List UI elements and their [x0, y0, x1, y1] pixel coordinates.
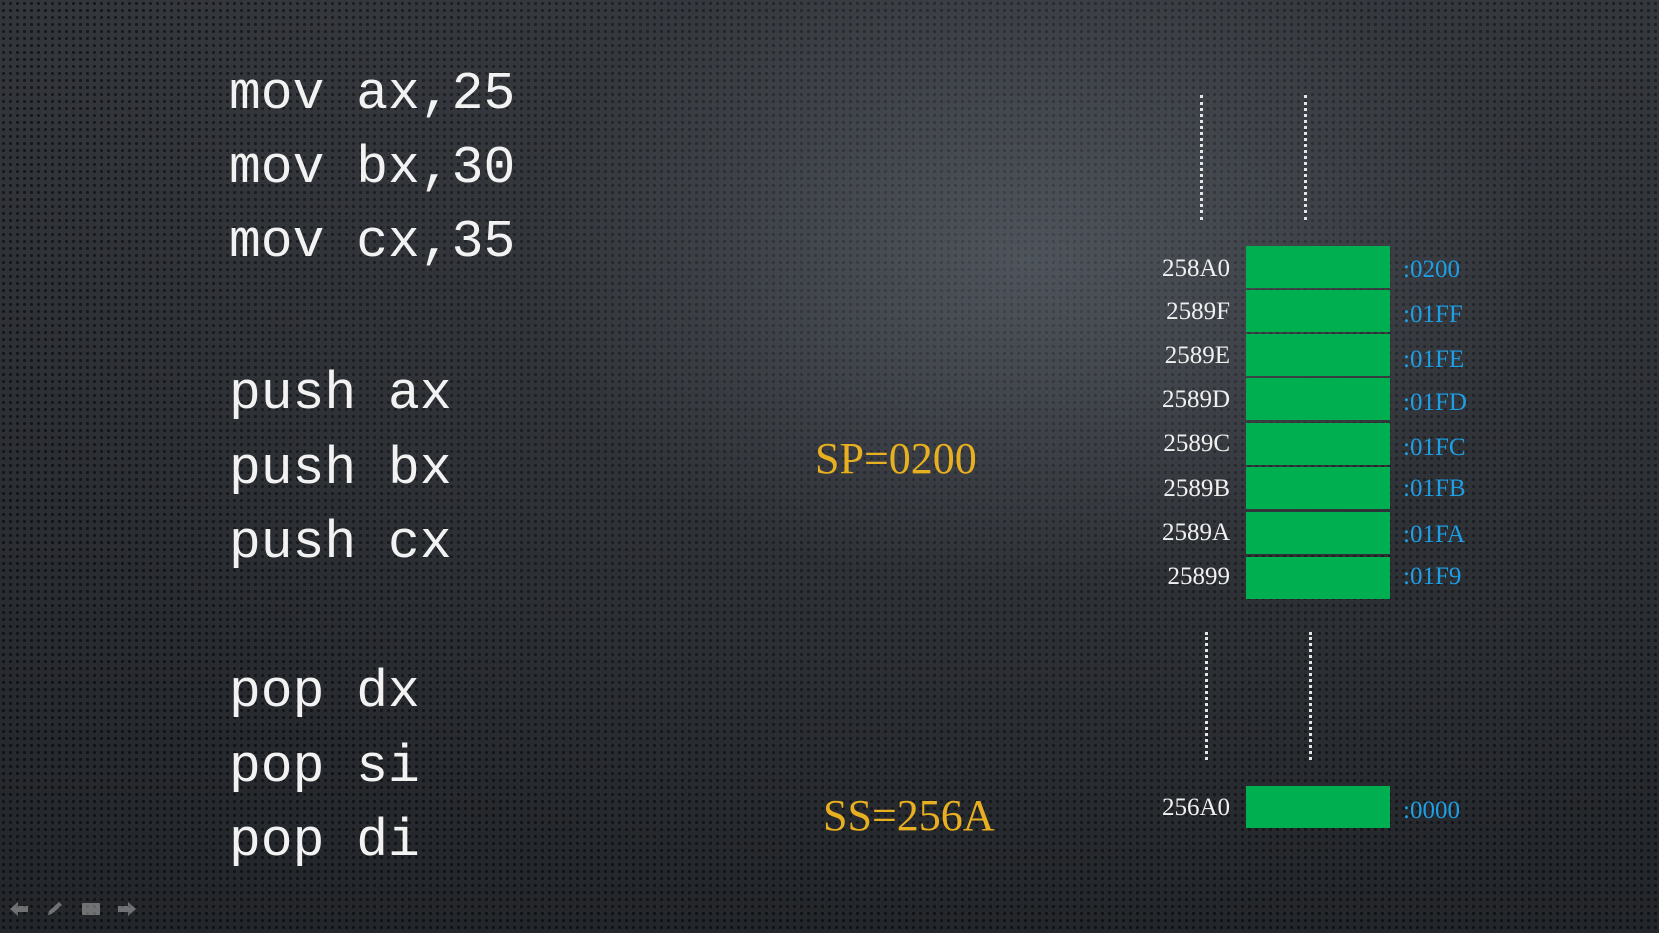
pen-icon[interactable] [44, 900, 66, 918]
cell-offset: :01FF [1403, 301, 1463, 328]
code-line-pop-dx: pop dx [229, 662, 420, 722]
memory-cell [1246, 246, 1390, 288]
cell-address: 2589E [1164, 342, 1230, 369]
code-line-mov-bx: mov bx,30 [229, 138, 516, 198]
sp-register-label: SP=0200 [815, 434, 977, 483]
arrow-right-icon[interactable] [116, 900, 138, 918]
ellipsis-mid-left [1205, 632, 1208, 760]
code-line-push-bx: push bx [229, 439, 452, 499]
memory-cell [1246, 423, 1390, 465]
cell-address: 2589F [1166, 298, 1230, 325]
ellipsis-top-left [1200, 95, 1203, 220]
cell-offset: :01F9 [1403, 563, 1462, 590]
code-line-push-ax: push ax [229, 364, 452, 424]
cell-offset: :0000 [1403, 797, 1460, 824]
code-line-push-cx: push cx [229, 513, 452, 573]
cell-address: 2589A [1161, 519, 1230, 546]
code-line-pop-si: pop si [229, 737, 420, 797]
memory-cell [1246, 334, 1390, 376]
memory-cell [1246, 378, 1390, 420]
arrow-left-icon[interactable] [8, 900, 30, 918]
memory-cell [1246, 557, 1390, 599]
ellipsis-mid-right [1309, 632, 1312, 760]
cell-offset: :01FD [1403, 389, 1467, 416]
cell-address: 2589C [1163, 430, 1230, 457]
memory-cell [1246, 786, 1390, 828]
cell-offset: :01FB [1403, 475, 1466, 502]
cell-address: 2589B [1163, 475, 1230, 502]
slide-nav [8, 900, 138, 918]
code-line-mov-ax: mov ax,25 [229, 64, 516, 124]
memory-cell [1246, 512, 1390, 554]
cell-offset: :01FE [1403, 346, 1465, 373]
cell-address: 256A0 [1161, 794, 1230, 821]
memory-cell [1246, 467, 1390, 509]
memory-cell [1246, 290, 1390, 332]
ss-register-label: SS=256A [823, 791, 995, 840]
cell-offset: :0200 [1403, 256, 1460, 283]
code-line-mov-cx: mov cx,35 [229, 212, 516, 272]
ellipsis-top-right [1304, 95, 1307, 220]
slide: mov ax,25 mov bx,30 mov cx,35 push ax pu… [0, 0, 1659, 933]
cell-address: 258A0 [1161, 255, 1230, 282]
code-line-pop-di: pop di [229, 811, 420, 871]
cell-address: 2589D [1161, 386, 1230, 413]
menu-icon[interactable] [80, 900, 102, 918]
cell-offset: :01FC [1403, 434, 1466, 461]
cell-address: 25899 [1167, 563, 1231, 590]
cell-offset: :01FA [1403, 521, 1466, 548]
